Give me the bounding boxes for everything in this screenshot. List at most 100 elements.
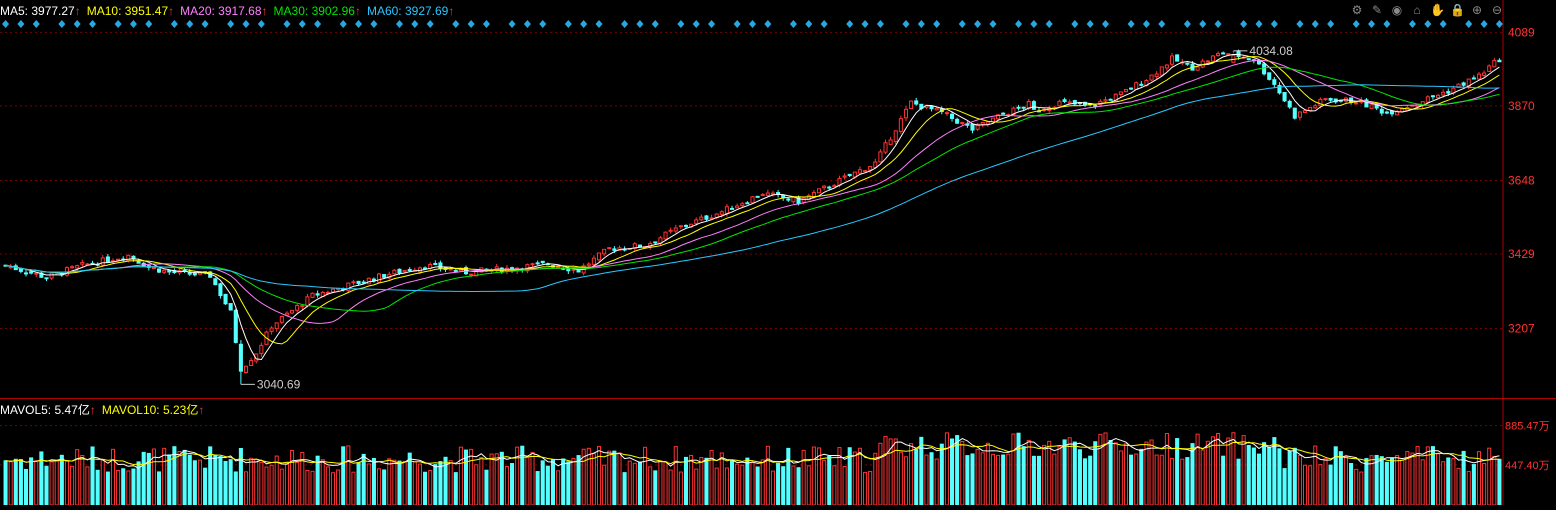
zoom-out-icon[interactable]: ⊖ [1490,3,1504,17]
candle-body [612,248,617,251]
candle-body [1256,60,1262,65]
candle-body [300,305,305,308]
vol-legend-item: MAVOL10: 5.23亿↑ [102,403,205,417]
volume-bar [510,463,515,506]
settings-icon[interactable]: ⚙ [1350,3,1364,17]
signal-marker [764,20,772,28]
volume-tick-label: 885.47万 [1505,421,1550,433]
pen-icon[interactable]: ✎ [1370,3,1384,17]
candle-body [1461,82,1466,86]
candle-body [596,252,602,261]
candle-body [274,322,279,330]
shop-icon[interactable]: ⌂ [1410,3,1424,17]
signal-marker [580,20,588,28]
signal-marker [1270,20,1278,28]
candle-body [1062,99,1067,102]
candle-body [1236,50,1241,58]
signal-marker [355,20,363,28]
volume-bar [617,452,622,506]
candle-body [284,312,289,316]
volume-bar [868,470,873,506]
ma-legend-value: 3902.96 [311,4,355,18]
volume-bar [1241,435,1246,506]
volume-bar [1180,458,1185,506]
vol-legend-item: MAVOL5: 5.47亿↑ [0,403,96,417]
signal-marker [1045,20,1053,28]
signal-marker [89,20,97,28]
volume-bar [914,448,919,506]
candle-body [1323,98,1328,101]
candle-body [607,247,612,250]
volume-bar [811,446,816,506]
zoom-in-icon[interactable]: ⊕ [1470,3,1484,17]
volume-bar [975,448,980,506]
ma30-line [5,66,1500,312]
signal-marker [1368,20,1376,28]
signal-marker [677,20,685,28]
volume-bar [203,467,208,506]
candle-body [1287,100,1292,108]
candle-body [694,219,699,224]
volume-bar [361,453,366,506]
candle-body [330,288,336,293]
signal-marker [989,20,997,28]
volume-bar [392,459,397,506]
volume-bar [1272,437,1277,506]
volume-bar [1195,433,1200,506]
price-tick-label: 3870 [1508,99,1535,113]
volume-bar [1113,442,1118,506]
volume-bar [1139,448,1144,506]
candle-body [243,365,249,373]
candle-body [151,266,156,269]
volume-bar [351,471,356,506]
volume-bar [474,464,479,506]
volume-bar [955,435,960,506]
candle-body [888,139,893,145]
volume-bar [863,471,868,506]
volume-bar [116,470,121,506]
volume-bar [1164,433,1169,506]
candle-body [985,121,990,125]
volume-bar [279,468,284,506]
eye-icon[interactable]: ◉ [1390,3,1404,17]
signal-marker [508,20,516,28]
candle-body [249,360,254,366]
volume-bar [1200,449,1205,506]
candle-body [709,217,714,220]
candle-body [290,309,295,314]
volume-bar [1338,451,1343,506]
candle-body [949,113,955,119]
candle-body [366,277,371,285]
signal-marker [482,20,490,28]
signal-marker [621,20,629,28]
candle-body [1226,53,1231,56]
volume-bar [960,440,965,506]
volume-bar [898,451,903,506]
volume-bar [632,462,637,506]
volume-bar [535,471,540,506]
volume-bar [1359,471,1364,506]
signal-marker [1102,20,1110,28]
price-tick-label: 3429 [1508,247,1535,261]
candle-body [192,272,197,276]
signal-marker [1327,20,1335,28]
volume-bar [1190,443,1195,506]
volume-bar [714,467,719,506]
volume-bar [965,455,970,506]
volume-bar [223,460,228,506]
chart-canvas[interactable]: 4089 3870 3648 3429 3207 885.47万 447.40万 4034.0… [0,0,1556,506]
volume-bar [187,454,192,506]
trend-arrow-icon: ↑ [168,4,175,18]
candle-body [1487,65,1492,72]
hand-icon[interactable]: ✋ [1430,3,1445,17]
candle-body [448,268,453,271]
signal-marker [17,20,25,28]
candle-body [315,293,320,296]
kline-chart[interactable]: 4089 3870 3648 3429 3207 885.47万 447.40万 4034.0… [0,0,1556,506]
lock-icon[interactable]: 🔒 [1450,3,1465,17]
volume-bar [402,460,407,506]
signal-marker [846,20,854,28]
volume-bar [1456,467,1461,506]
volume-bar [939,443,944,506]
candle-body [126,254,131,262]
